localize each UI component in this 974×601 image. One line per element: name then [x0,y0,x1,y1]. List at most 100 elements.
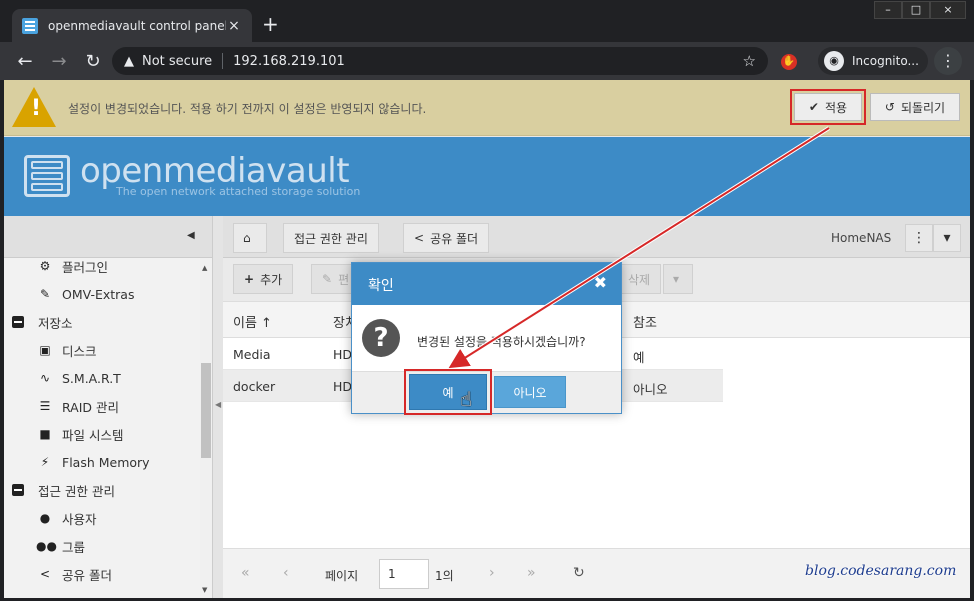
sidebar-item-label: 파일 시스템 [62,427,124,443]
group-icon: ●● [36,539,57,553]
omv-favicon-icon [22,17,38,34]
add-label: 추가 [260,272,283,287]
breadcrumb-access-rights[interactable]: 접근 권한 관리 [283,223,379,253]
apply-button-highlight: ✔ 적용 [790,89,866,125]
dialog-message: 변경된 설정을 적용하시겠습니까? [417,335,586,349]
cell-name: docker [233,379,276,394]
sidebar-item[interactable]: < 공유 폴더 [4,560,200,588]
window-controls: – □ × [874,1,966,19]
sidebar-scrollbar[interactable]: ▲ ▼ [200,258,212,598]
sidebar-item[interactable]: 저장소 [4,308,200,336]
reload-icon[interactable]: ↻ [76,51,110,72]
sidebar: ◀ ⚙ 플러그인 ✎ OMV-Extras 저장소 ▣ 디스크 ∿ S.M.A.R.T ☰ RAID… [4,216,213,598]
sidebar-splitter[interactable]: ◀ [213,216,223,598]
delete-button[interactable]: 삭제 [617,264,662,294]
yes-button-highlight: 예 [404,369,492,415]
warning-icon: ! [12,87,56,127]
no-button[interactable]: 아니오 [494,376,566,408]
watermark: blog.codesarang.com [805,563,957,579]
pagination-bar: « ‹ 페이지 1 1의 › » ↻ blog.codesarang.com [223,548,970,598]
plus-icon: + [244,272,255,286]
breadcrumb: ⌂ 접근 권한 관리 < 공유 폴더 HomeNAS ⋮ ▾ [223,216,970,258]
tab-bar: openmediavault control panel - × + – □ × [0,0,974,42]
sidebar-item[interactable]: ✎ OMV-Extras [4,280,200,308]
confirm-dialog: 확인 ✖ ? 변경된 설정을 적용하시겠습니까? 예 아니오 ☝ [351,262,622,415]
plug-icon: ✎ [39,287,51,301]
pencil-icon: ✎ [322,272,333,286]
caret-down-icon[interactable]: ▾ [933,224,961,252]
sidebar-item-label: 디스크 [62,343,97,359]
undo-icon: ↺ [884,100,895,114]
breadcrumb-shared-folders[interactable]: < 공유 폴더 [403,223,490,253]
add-button[interactable]: + 추가 [233,264,294,294]
sidebar-item[interactable]: ●● 그룹 [4,532,200,560]
incognito-badge[interactable]: ◉ Incognito... [818,47,928,75]
pulse-icon: ∿ [39,371,51,385]
warning-triangle-icon[interactable]: ▲ [124,54,134,69]
back-arrow-icon[interactable]: ← [8,51,42,72]
sidebar-item[interactable]: 접근 권한 관리 [4,476,200,504]
splitter-arrow-icon[interactable]: ◀ [215,400,221,409]
close-icon[interactable]: ✖ [594,273,607,292]
scrollbar-thumb[interactable] [201,363,211,458]
refresh-icon[interactable]: ↻ [573,565,585,581]
hostname: HomeNAS [831,231,892,245]
tab-close-icon[interactable]: × [226,18,242,34]
database-icon: ☰ [39,399,51,413]
column-header-name[interactable]: 이름 ↑ [233,312,272,331]
extension-hand-icon[interactable]: ✋ [781,54,797,70]
collapse-minus-icon[interactable] [12,316,24,328]
sidebar-item[interactable]: 서비스 [4,588,200,592]
window-close-button[interactable]: × [930,1,966,19]
cell-name: Media [233,347,271,362]
scroll-down-icon[interactable]: ▼ [202,586,207,594]
kebab-menu-icon[interactable]: ⋮ [905,224,933,252]
omnibox-separator [222,53,224,69]
forward-arrow-icon[interactable]: → [42,51,76,72]
collapse-left-icon[interactable]: ◀ [187,230,195,241]
sidebar-item[interactable]: ● 사용자 [4,504,200,532]
revert-button[interactable]: ↺ 되돌리기 [870,93,960,121]
sidebar-item-label: Flash Memory [62,454,150,470]
page-number-input[interactable]: 1 [379,559,429,589]
sidebar-item[interactable]: ▣ 디스크 [4,336,200,364]
omnibox[interactable]: ▲ Not secure 192.168.219.101 ☆ [112,47,768,75]
next-page-icon[interactable]: › [489,565,495,581]
collapse-minus-icon[interactable] [12,484,24,496]
sidebar-item-label: 저장소 [38,315,73,331]
sidebar-item[interactable]: ■ 파일 시스템 [4,420,200,448]
yes-button[interactable]: 예 [409,374,487,410]
sidebar-item-label: 그룹 [62,539,86,555]
last-page-icon[interactable]: » [527,565,536,581]
prev-page-icon[interactable]: ‹ [283,565,289,581]
header-banner: openmediavault The open network attached… [4,137,970,216]
more-caret-icon[interactable]: ▾ [663,264,693,294]
sidebar-tree: ⚙ 플러그인 ✎ OMV-Extras 저장소 ▣ 디스크 ∿ S.M.A.R.T ☰ RAID 관… [4,252,200,592]
apply-button[interactable]: ✔ 적용 [794,93,862,121]
sidebar-item-label: 플러그인 [62,259,109,275]
sidebar-item-label: S.M.A.R.T [62,370,121,386]
cell-ref: 예 [633,350,645,365]
share-icon: < [414,231,425,245]
page-of-label: 1의 [435,569,454,583]
sidebar-item[interactable]: ∿ S.M.A.R.T [4,364,200,392]
folder-icon: ■ [39,427,51,441]
sidebar-item[interactable]: ☰ RAID 관리 [4,392,200,420]
scroll-up-icon[interactable]: ▲ [202,264,207,272]
maximize-button[interactable]: □ [902,1,930,19]
sidebar-item[interactable]: ⚡ Flash Memory [4,448,200,476]
bookmark-star-icon[interactable]: ☆ [743,52,756,70]
browser-tab[interactable]: openmediavault control panel - × [12,9,252,42]
sidebar-item[interactable]: ⚙ 플러그인 [4,252,200,280]
web-page: ! 설정이 변경되었습니다. 적용 하기 전까지 이 설정은 반영되지 않습니다… [4,80,970,598]
minimize-button[interactable]: – [874,1,902,19]
security-status[interactable]: Not secure [142,54,212,69]
first-page-icon[interactable]: « [241,565,250,581]
url-text[interactable]: 192.168.219.101 [233,54,742,69]
apply-label: 적용 [824,100,848,115]
new-tab-button[interactable]: + [262,14,279,34]
browser-menu-icon[interactable]: ⋮ [934,47,962,75]
cell-device: HD [333,347,353,362]
home-icon[interactable]: ⌂ [233,223,267,253]
column-header-ref[interactable]: 참조 [633,312,657,331]
